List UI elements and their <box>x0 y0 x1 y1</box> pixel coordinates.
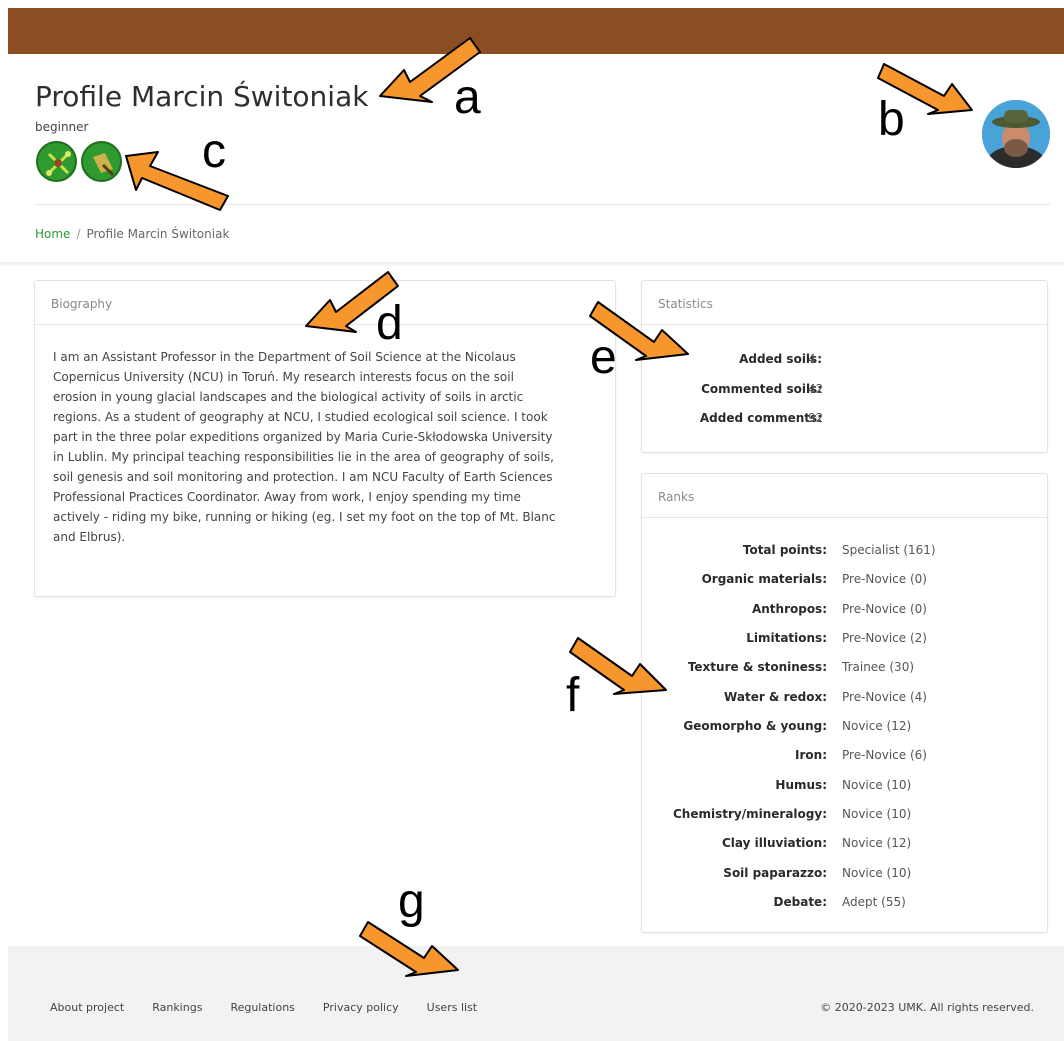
rank-value: Trainee (30) <box>842 660 915 674</box>
header-divider <box>35 204 1050 205</box>
breadcrumb-separator: / <box>76 227 81 241</box>
biography-heading: Biography <box>35 281 615 325</box>
annotation-label-d: d <box>376 297 403 350</box>
biography-line: soil genesis and soil monitoring and pro… <box>53 470 553 484</box>
biography-line: Copernicus University (NCU) in Toruń. My… <box>53 370 514 384</box>
rank-value: Pre-Novice (4) <box>842 690 927 704</box>
footer-links: About project Rankings Regulations Priva… <box>50 1001 477 1014</box>
rank-label: Clay illuviation: <box>722 836 827 850</box>
footer-link-privacy[interactable]: Privacy policy <box>323 1001 399 1014</box>
statistics-value: 42 <box>808 382 824 396</box>
biography-line: Professional Practices Coordinator. Away… <box>53 490 521 504</box>
biography-line: I am an Assistant Professor in the Depar… <box>53 350 516 364</box>
rank-value: Novice (10) <box>842 866 912 880</box>
footer-link-about[interactable]: About project <box>50 1001 124 1014</box>
rank-value: Specialist (161) <box>842 543 936 557</box>
annotation-label-f: f <box>566 669 580 722</box>
rank-value: Adept (55) <box>842 895 906 909</box>
footer-link-rankings[interactable]: Rankings <box>152 1001 202 1014</box>
rank-label: Geomorpho & young: <box>683 719 827 733</box>
rank-label: Debate: <box>773 895 827 909</box>
statistics-card: Statistics Added soils: 4 Commented soil… <box>641 280 1048 453</box>
annotation-label-b: b <box>878 93 905 146</box>
biography-line: regions. As a student of geography at NC… <box>53 410 548 424</box>
statistics-value: 4 <box>808 352 816 366</box>
rank-label: Texture & stoniness: <box>687 660 827 674</box>
statistics-label: Commented soils: <box>701 382 822 396</box>
soil-tools-badge-icon[interactable] <box>36 141 77 182</box>
annotation-label-a: a <box>454 71 481 124</box>
biography-line: and Elbrus). <box>53 530 126 544</box>
annotation-label-c: c <box>202 125 226 178</box>
rank-label: Water & redox: <box>724 690 827 704</box>
ranks-heading: Ranks <box>642 474 1047 518</box>
breadcrumb-home-link[interactable]: Home <box>35 227 70 241</box>
biography-text: I am an Assistant Professor in the Depar… <box>35 325 615 547</box>
biography-line: actively - riding my bike, running or hi… <box>53 510 556 524</box>
user-level: beginner <box>35 120 89 134</box>
biography-line: erosion in young glacial landscapes and … <box>53 390 524 404</box>
shovel-badge-icon[interactable] <box>81 141 122 182</box>
rank-label: Organic materials: <box>701 572 827 586</box>
rank-value: Pre-Novice (0) <box>842 602 927 616</box>
user-avatar[interactable] <box>982 100 1050 168</box>
biography-line: part in the three polar expeditions orga… <box>53 430 553 444</box>
footer-link-users-list[interactable]: Users list <box>427 1001 477 1014</box>
badge-list <box>36 141 122 182</box>
statistics-heading: Statistics <box>642 281 1047 325</box>
page-title: Profile Marcin Świtoniak <box>35 80 369 113</box>
breadcrumb: Home / Profile Marcin Świtoniak <box>35 227 229 241</box>
rank-label: Limitations: <box>746 631 827 645</box>
rank-label: Anthropos: <box>751 602 827 616</box>
rank-value: Novice (10) <box>842 778 912 792</box>
annotation-label-g: g <box>398 875 425 928</box>
rank-value: Pre-Novice (6) <box>842 748 927 762</box>
ranks-card: Ranks Total points: Specialist (161) Orga… <box>641 473 1048 933</box>
breadcrumb-current: Profile Marcin Świtoniak <box>86 227 230 241</box>
annotation-label-e: e <box>590 331 617 384</box>
statistics-value: 92 <box>808 411 824 425</box>
rank-value: Novice (12) <box>842 836 912 850</box>
statistics-label: Added comments: <box>699 411 822 425</box>
rank-value: Pre-Novice (2) <box>842 631 927 645</box>
rank-label: Humus: <box>775 778 827 792</box>
rank-label: Chemistry/mineralogy: <box>673 807 827 821</box>
biography-card: Biography I am an Assistant Professor in… <box>34 280 616 597</box>
rank-value: Novice (12) <box>842 719 912 733</box>
top-navigation-bar <box>8 8 1064 54</box>
rank-label: Soil paparazzo: <box>723 866 827 880</box>
rank-label: Total points: <box>742 543 827 557</box>
rank-value: Novice (10) <box>842 807 912 821</box>
rank-value: Pre-Novice (0) <box>842 572 927 586</box>
biography-line: in Lublin. My principal teaching respons… <box>53 450 554 464</box>
section-divider <box>0 262 1064 266</box>
footer-link-regulations[interactable]: Regulations <box>230 1001 294 1014</box>
footer-copyright: © 2020-2023 UMK. All rights reserved. <box>820 1001 1034 1014</box>
page-footer: About project Rankings Regulations Priva… <box>8 946 1064 1041</box>
rank-label: Iron: <box>795 748 827 762</box>
